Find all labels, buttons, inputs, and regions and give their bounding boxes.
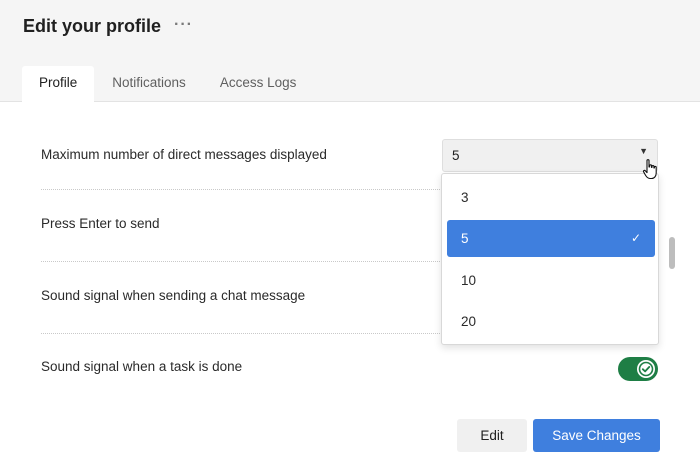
chevron-down-icon: ▼	[639, 146, 648, 156]
tab-bar: Profile Notifications Access Logs	[22, 66, 313, 102]
option-label: 20	[461, 314, 477, 329]
hand-cursor-icon	[642, 159, 657, 180]
dropdown-option[interactable]: 20	[447, 303, 655, 340]
dropdown-option[interactable]: 10	[447, 262, 655, 299]
checkmark-icon: ✓	[630, 231, 641, 245]
select-value: 5	[452, 148, 460, 163]
scrollbar-thumb[interactable]	[669, 237, 675, 269]
profile-settings-page: Edit your profile ··· Profile Notificati…	[0, 0, 700, 462]
dropdown-option[interactable]: 3	[447, 179, 655, 216]
sound-task-done-toggle[interactable]	[618, 357, 658, 381]
check-icon	[638, 361, 654, 377]
more-options-icon[interactable]: ···	[174, 16, 193, 34]
edit-button[interactable]: Edit	[457, 419, 527, 452]
setting-label-sound-task-done: Sound signal when a task is done	[41, 359, 243, 374]
option-label: 5	[461, 231, 469, 246]
page-title: Edit your profile	[23, 16, 162, 36]
max-messages-select[interactable]: 5 ▼	[442, 139, 658, 172]
option-label: 10	[461, 273, 477, 288]
save-changes-button[interactable]: Save Changes	[533, 419, 660, 452]
select-dropdown-menu: 3 5 ✓ 10 20	[441, 173, 659, 345]
page-header: Edit your profile ··· Profile Notificati…	[0, 0, 700, 102]
tab-profile[interactable]: Profile	[22, 66, 95, 102]
toggle-knob	[637, 360, 655, 378]
tab-notifications[interactable]: Notifications	[95, 66, 203, 101]
option-label: 3	[461, 190, 469, 205]
tab-access-logs[interactable]: Access Logs	[203, 66, 314, 101]
dropdown-option-selected[interactable]: 5 ✓	[447, 220, 655, 257]
